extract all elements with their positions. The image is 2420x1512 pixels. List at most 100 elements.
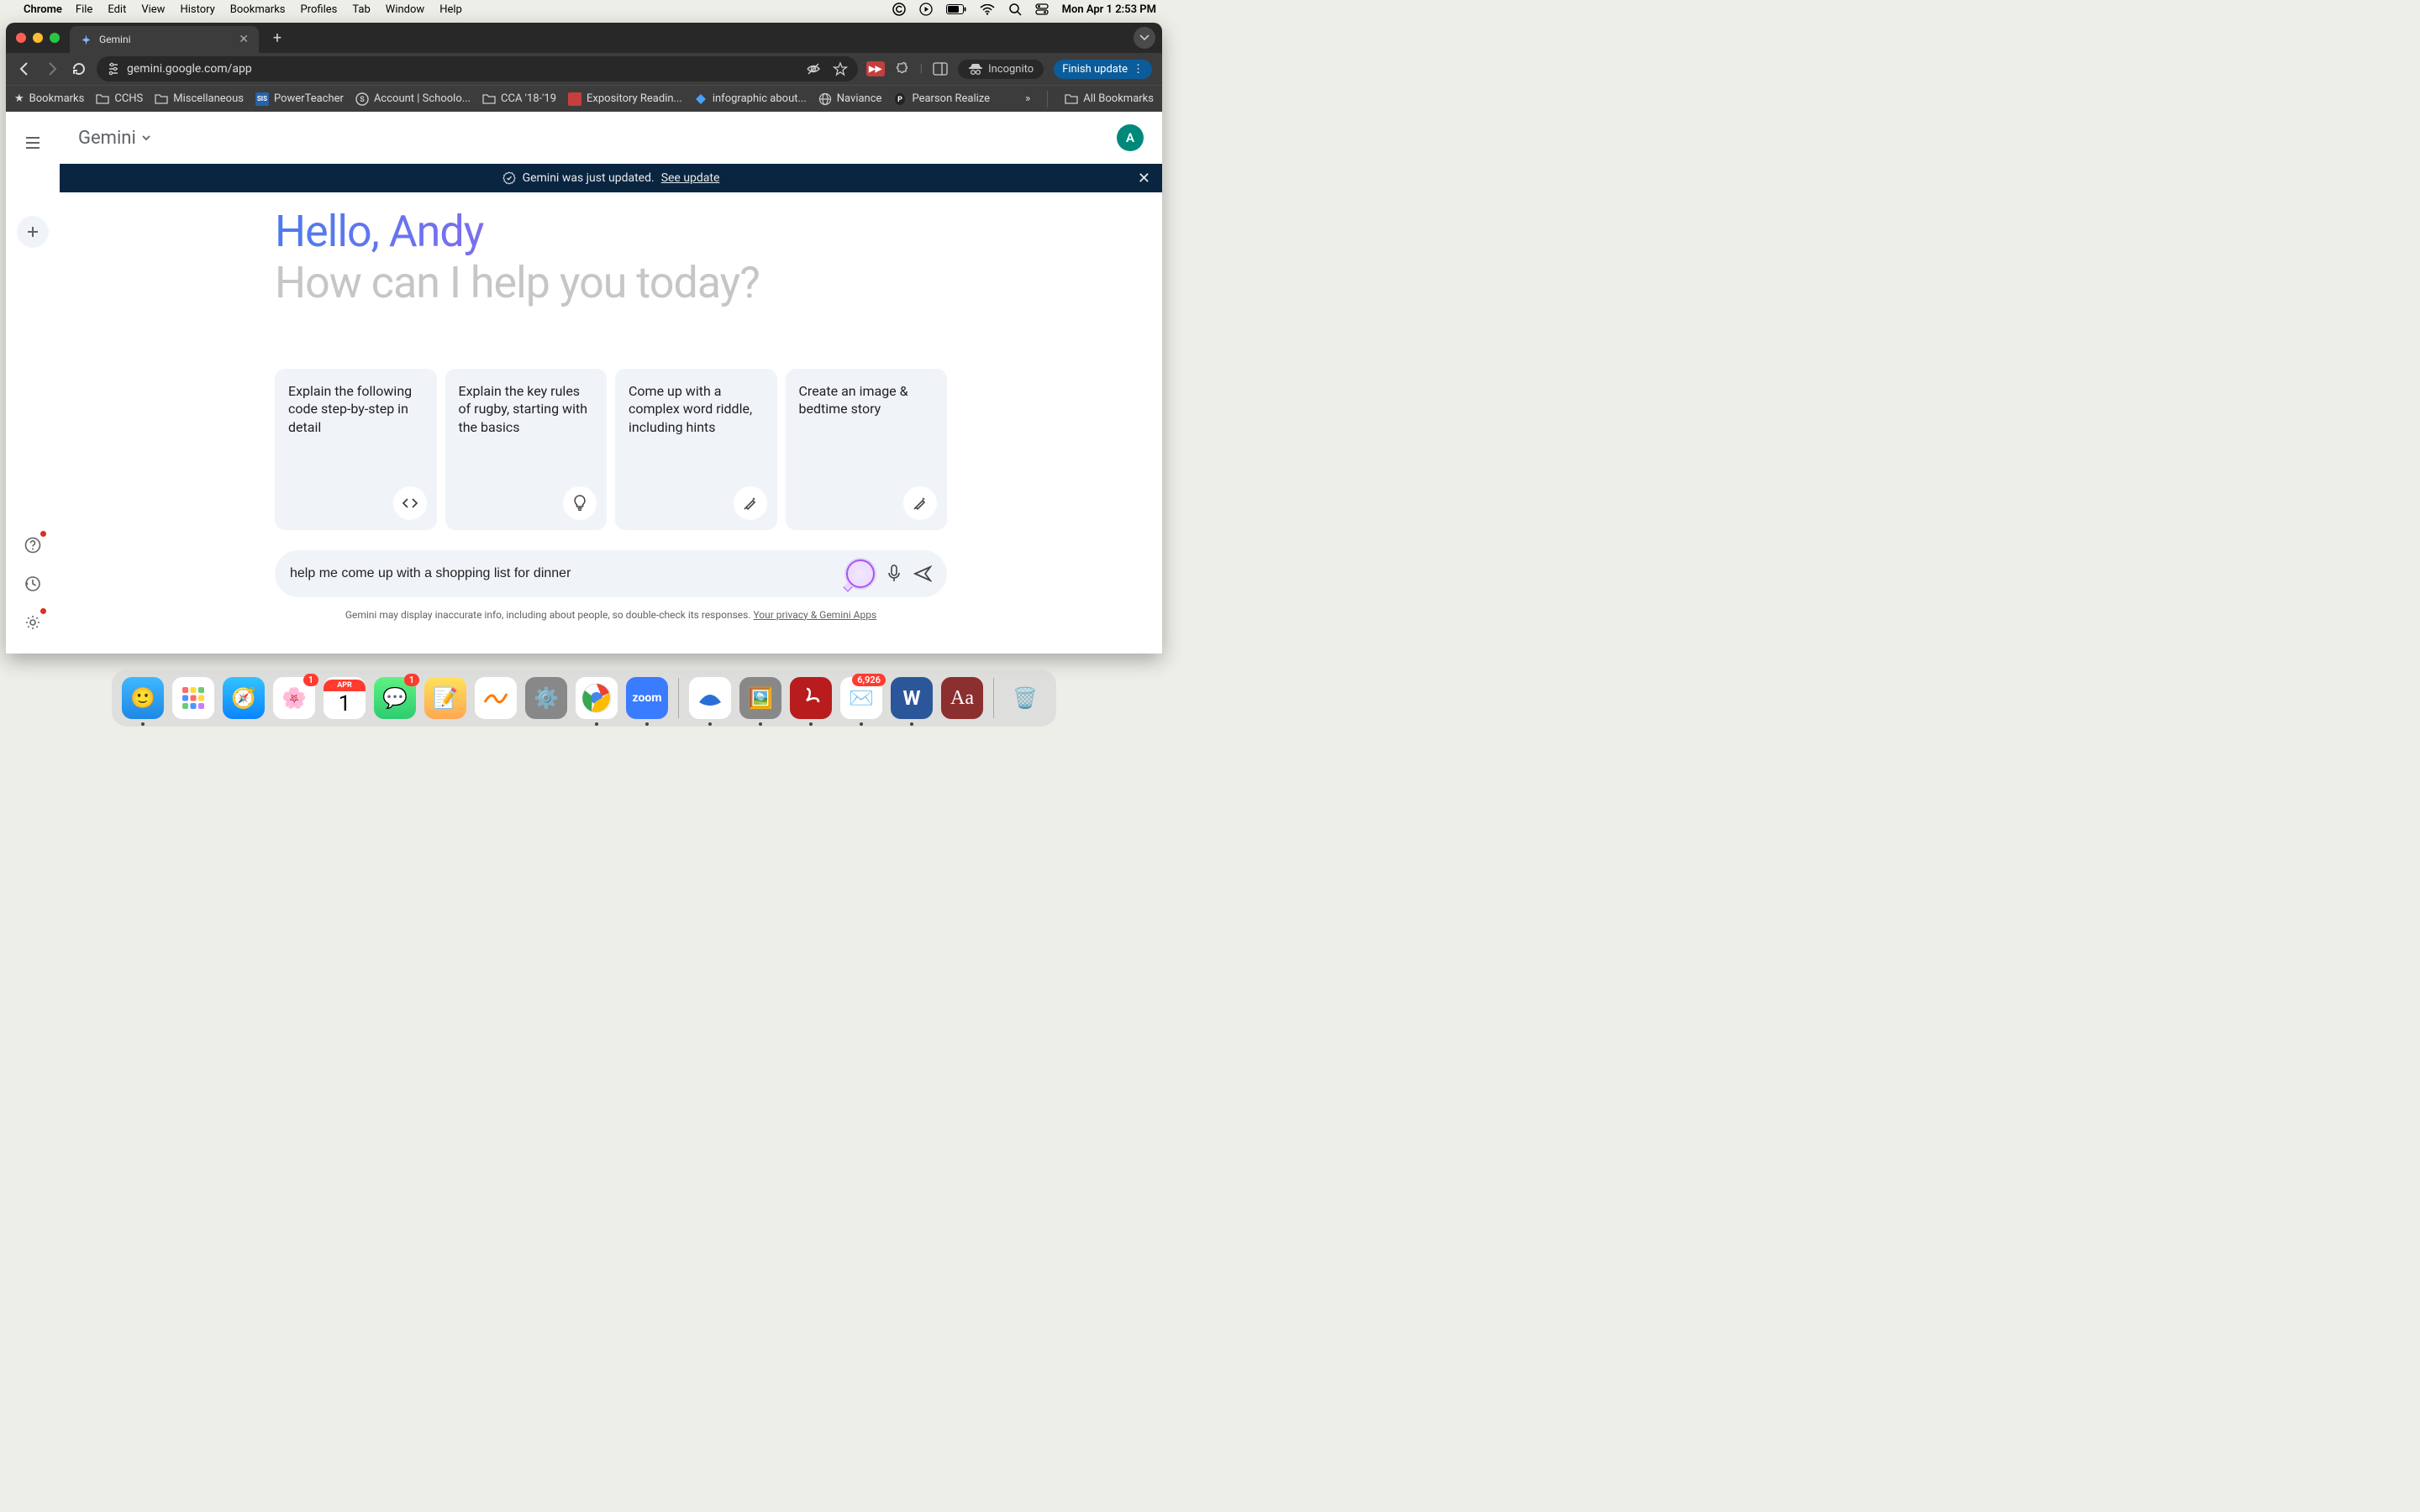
banner-close-button[interactable]: ✕ xyxy=(1138,170,1150,187)
menu-bookmarks[interactable]: Bookmarks xyxy=(230,3,286,16)
dock-calendar[interactable]: APR1 xyxy=(324,677,366,719)
bookmark-powerteacher[interactable]: SISPowerTeacher xyxy=(255,92,344,106)
disclaimer-text: Gemini may display inaccurate info, incl… xyxy=(345,609,754,621)
tab-dropdown-button[interactable] xyxy=(1134,27,1155,49)
all-bookmarks-button[interactable]: All Bookmarks xyxy=(1065,92,1154,106)
forward-button[interactable] xyxy=(43,60,61,78)
site-settings-icon[interactable] xyxy=(107,62,120,76)
privacy-link[interactable]: Your privacy & Gemini Apps xyxy=(753,609,876,621)
dock-settings[interactable]: ⚙️ xyxy=(525,677,567,719)
bookmark-naviance[interactable]: Naviance xyxy=(818,92,882,106)
extension-lastpass-icon[interactable]: ▶▶ xyxy=(866,61,885,76)
side-panel-icon[interactable] xyxy=(933,62,948,76)
reload-button[interactable] xyxy=(70,60,88,78)
banner-link[interactable]: See update xyxy=(661,171,720,185)
dock-launchpad[interactable] xyxy=(172,677,214,719)
bookmark-label: Bookmarks xyxy=(29,92,85,105)
dock-acrobat[interactable] xyxy=(790,677,832,719)
bookmark-infographic[interactable]: infographic about... xyxy=(694,92,807,106)
dock-app-kimai[interactable] xyxy=(689,677,731,719)
dock-word[interactable]: W xyxy=(891,677,933,719)
bookmark-expository[interactable]: Expository Readin... xyxy=(568,92,682,106)
tab-gemini[interactable]: Gemini ✕ xyxy=(70,26,259,53)
bookmark-label: All Bookmarks xyxy=(1083,92,1154,105)
bookmark-bookmarks[interactable]: ★Bookmarks xyxy=(14,92,84,105)
menu-view[interactable]: View xyxy=(141,3,165,16)
menu-profiles[interactable]: Profiles xyxy=(301,3,338,16)
control-center-icon[interactable] xyxy=(1035,3,1049,15)
menu-file[interactable]: File xyxy=(76,3,92,16)
menubar-app-name[interactable]: Chrome xyxy=(24,3,62,16)
folder-icon xyxy=(96,92,109,106)
finish-update-button[interactable]: Finish update ⋮ xyxy=(1054,60,1152,79)
suggestion-card-image-story[interactable]: Create an image & bedtime story xyxy=(786,369,948,530)
dock-zoom[interactable]: zoom xyxy=(626,677,668,719)
send-button[interactable] xyxy=(913,565,932,582)
disclaimer: Gemini may display inaccurate info, incl… xyxy=(275,609,947,621)
pearson-icon: P xyxy=(893,92,907,106)
menu-edit[interactable]: Edit xyxy=(108,3,126,16)
bookmark-label: PowerTeacher xyxy=(274,92,344,105)
dock-chrome[interactable] xyxy=(576,677,618,719)
mic-icon[interactable] xyxy=(886,564,902,583)
dock-dictionary[interactable]: Aa xyxy=(941,677,983,719)
bookmarks-overflow[interactable]: » xyxy=(1025,92,1030,105)
main-content: Hello, Andy How can I help you today? Ex… xyxy=(60,192,1162,654)
tab-close-button[interactable]: ✕ xyxy=(239,33,249,46)
menu-history[interactable]: History xyxy=(180,3,214,16)
bookmark-cca[interactable]: CCA '18-'19 xyxy=(482,92,556,106)
window-minimize-button[interactable] xyxy=(33,33,43,43)
macos-dock: 🙂 🧭 🌸1 APR1 💬1 📝 ⚙️ zoom 🖼️ ✉️6,926 W Aa… xyxy=(112,669,1056,727)
bookmark-pearson[interactable]: PPearson Realize xyxy=(893,92,990,106)
bookmark-schoology[interactable]: S Account | Schoolo... xyxy=(355,92,471,106)
play-menubar-icon[interactable] xyxy=(919,3,933,16)
menu-window[interactable]: Window xyxy=(386,3,424,16)
dock-notes[interactable]: 📝 xyxy=(424,677,466,719)
spotlight-icon[interactable] xyxy=(1008,3,1022,16)
suggestion-card-riddle[interactable]: Come up with a complex word riddle, incl… xyxy=(615,369,777,530)
window-maximize-button[interactable] xyxy=(50,33,60,43)
menu-help[interactable]: Help xyxy=(439,3,462,16)
eye-off-icon[interactable] xyxy=(806,61,821,76)
bookmark-star-icon[interactable] xyxy=(833,61,848,76)
address-bar[interactable]: gemini.google.com/app xyxy=(97,56,858,81)
dock-preview[interactable]: 🖼️ xyxy=(739,677,781,719)
menubar-clock[interactable]: Mon Apr 1 2:53 PM xyxy=(1062,3,1156,16)
suggestion-card-rugby[interactable]: Explain the key rules of rugby, starting… xyxy=(445,369,608,530)
settings-button[interactable] xyxy=(17,606,49,638)
extensions-icon[interactable] xyxy=(895,61,910,76)
menu-tab[interactable]: Tab xyxy=(352,3,370,16)
wifi-icon[interactable] xyxy=(980,4,995,15)
help-button[interactable] xyxy=(17,529,49,561)
suggestion-card-code[interactable]: Explain the following code step-by-step … xyxy=(275,369,437,530)
dock-photos[interactable]: 🌸1 xyxy=(273,677,315,719)
incognito-badge[interactable]: Incognito xyxy=(958,60,1044,79)
dock-finder[interactable]: 🙂 xyxy=(122,677,164,719)
battery-icon[interactable] xyxy=(946,4,966,14)
dock-trash[interactable]: 🗑️ xyxy=(1004,677,1046,719)
bookmark-label: Account | Schoolo... xyxy=(374,92,471,105)
cal-day: 1 xyxy=(339,691,351,717)
brand-dropdown[interactable]: Gemini xyxy=(78,128,151,149)
back-button[interactable] xyxy=(16,60,34,78)
dock-messages[interactable]: 💬1 xyxy=(374,677,416,719)
dock-freeform[interactable] xyxy=(475,677,517,719)
new-chat-button[interactable] xyxy=(17,216,49,248)
menu-toggle-button[interactable] xyxy=(17,127,49,159)
dock-mail[interactable]: ✉️6,926 xyxy=(840,677,882,719)
bookmark-misc[interactable]: Miscellaneous xyxy=(155,92,244,106)
bookmark-label: infographic about... xyxy=(713,92,807,105)
bookmark-label: Miscellaneous xyxy=(173,92,244,105)
avatar[interactable]: A xyxy=(1117,124,1144,151)
new-tab-button[interactable]: + xyxy=(266,26,289,50)
badge: 1 xyxy=(303,674,318,686)
grammarly-menubar-icon[interactable] xyxy=(892,3,906,16)
prompt-input[interactable] xyxy=(290,566,834,581)
bookmark-cchs[interactable]: CCHS xyxy=(96,92,143,106)
dock-safari[interactable]: 🧭 xyxy=(223,677,265,719)
divider xyxy=(1047,91,1048,108)
svg-text:S: S xyxy=(360,96,365,104)
activity-button[interactable] xyxy=(17,568,49,600)
bookmarks-bar: ★Bookmarks CCHS Miscellaneous SISPowerTe… xyxy=(6,85,1162,112)
window-close-button[interactable] xyxy=(16,33,26,43)
